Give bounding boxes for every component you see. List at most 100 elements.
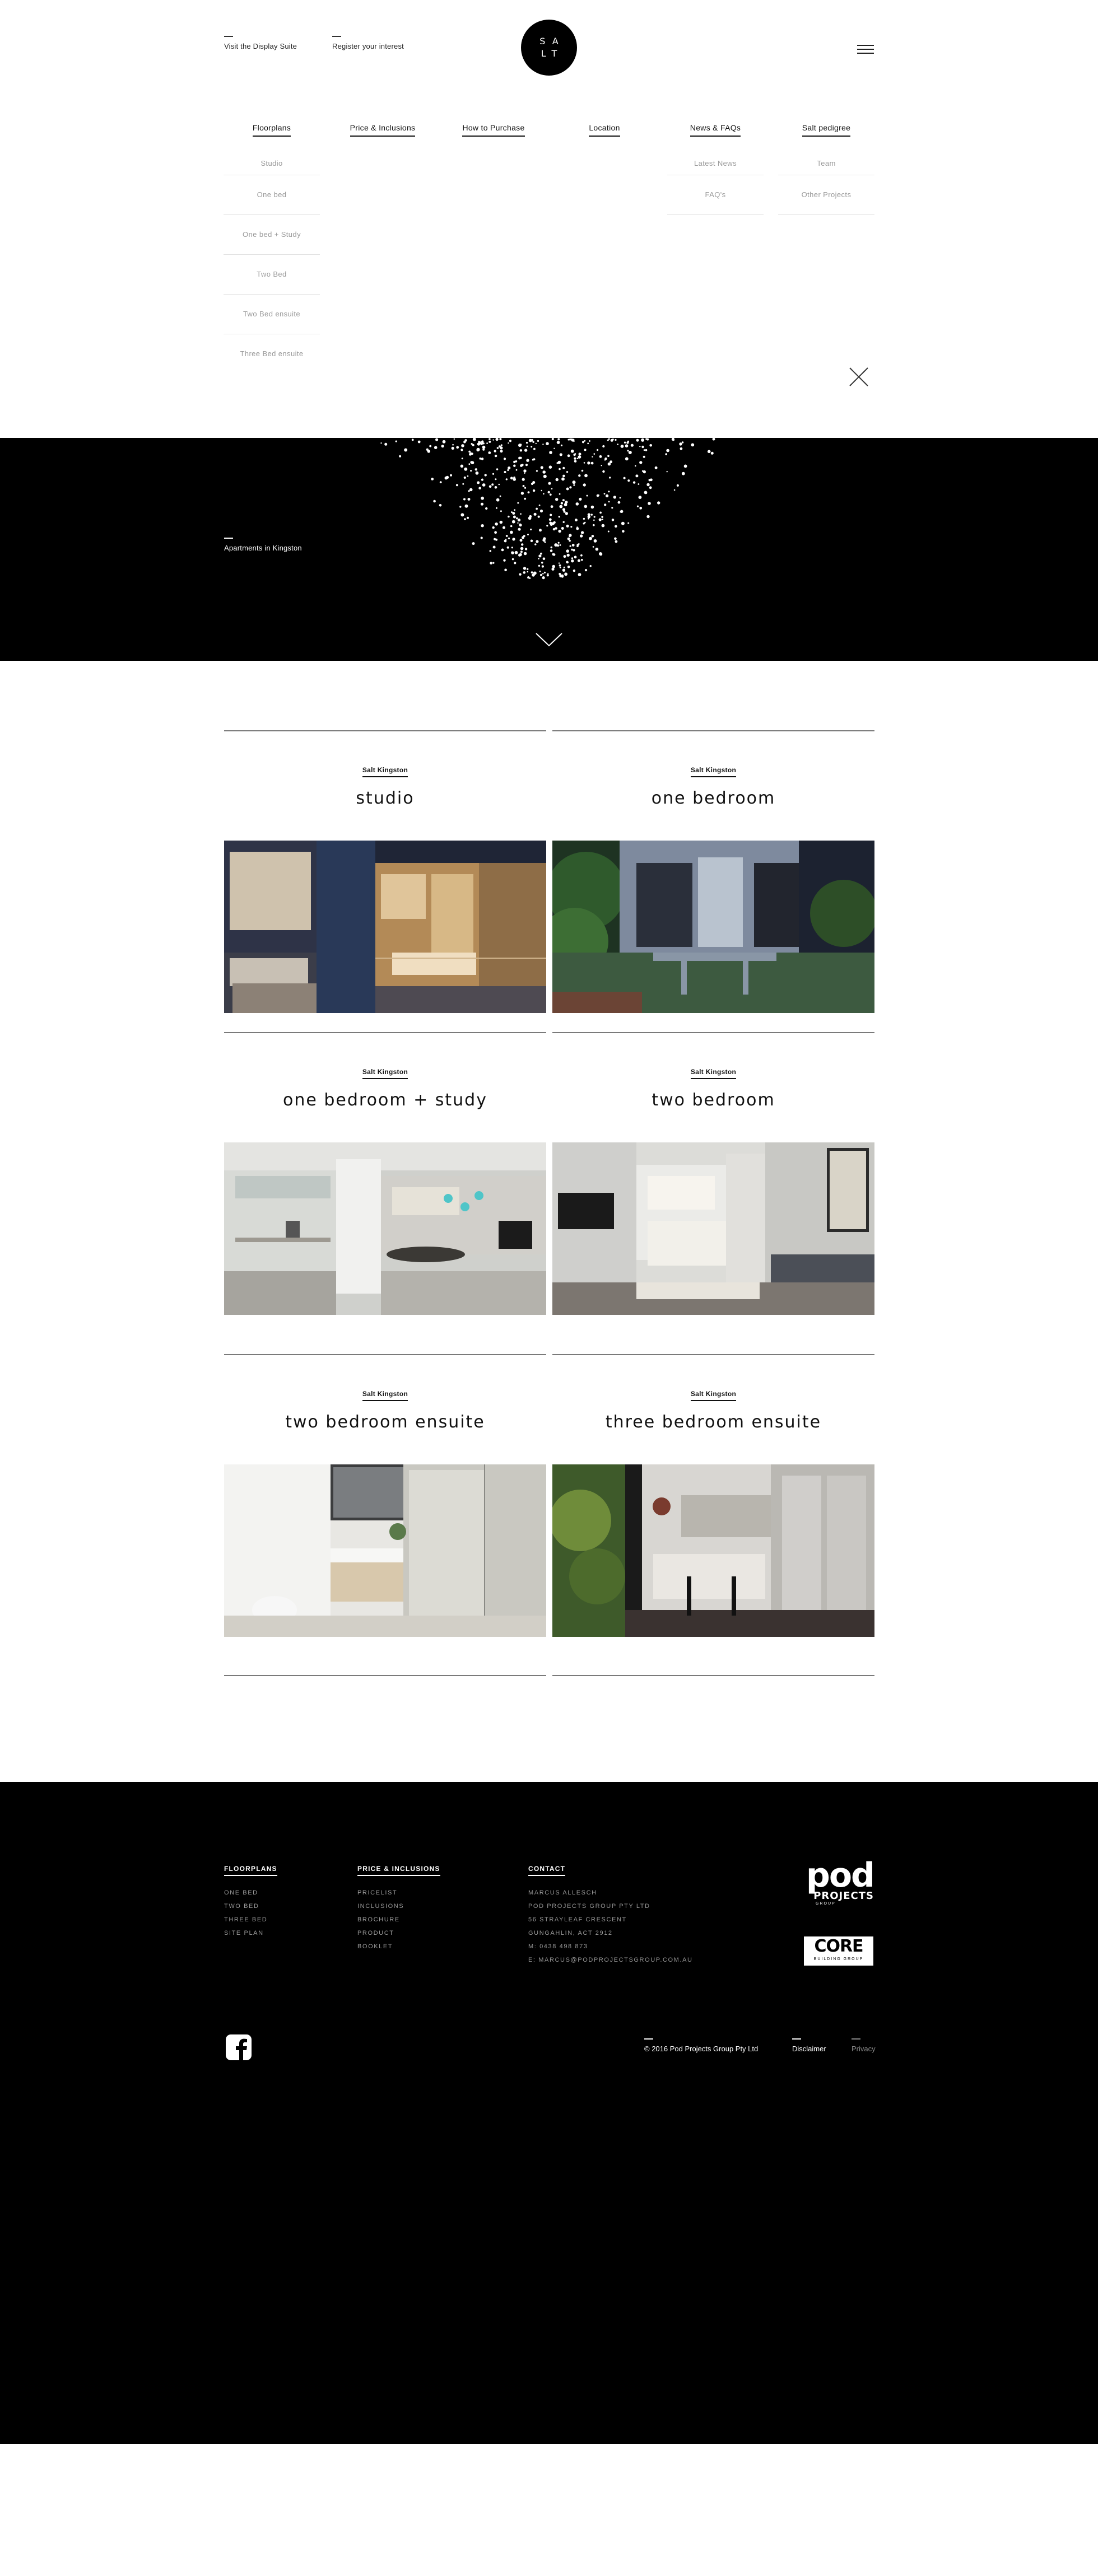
particle-dot [519,573,522,576]
footer-floorplans-heading[interactable]: FLOORPLANS [224,1865,277,1876]
particle-dot [513,464,516,467]
chevron-down-icon[interactable] [535,632,563,648]
particle-dot [641,438,645,442]
menu-heading-floorplans[interactable]: Floorplans [252,123,291,137]
floorplan-card-three-bedroom-ensuite[interactable]: Salt Kingston three bedroom ensuite [552,1354,874,1637]
menu-item-team[interactable]: Team [778,152,874,175]
particle-dot [593,516,595,518]
particle-dot [510,530,513,534]
menu-item-three-bed-ensuite[interactable]: Three Bed ensuite [224,334,320,374]
hamburger-menu-icon[interactable] [857,45,874,55]
particle-dot [530,539,533,543]
menu-item-other-projects[interactable]: Other Projects [778,175,874,215]
privacy-label: Privacy [852,2045,876,2053]
menu-item-one-bed[interactable]: One bed [224,175,320,215]
particle-dot [518,528,521,531]
particle-dot [541,565,545,568]
particle-dot [521,464,524,466]
menu-item-latest-news[interactable]: Latest News [667,152,764,175]
particle-dot [548,518,552,521]
menu-item-studio[interactable]: Studio [224,152,320,175]
footer-link-two-bed[interactable]: TWO BED [224,1900,277,1913]
facebook-icon[interactable] [226,2034,252,2060]
salt-logo[interactable]: SA LT [521,20,577,76]
menu-item-one-bed-study[interactable]: One bed + Study [224,215,320,255]
footer-link-booklet[interactable]: BOOKLET [357,1940,440,1953]
particle-dot [504,539,507,543]
particle-dot [508,537,510,540]
menu-heading-salt-pedigree[interactable]: Salt pedigree [802,123,851,137]
particle-dot [636,505,639,507]
hero-label-text: Apartments in Kingston [224,544,302,552]
contact-mobile[interactable]: M: 0438 498 873 [528,1940,693,1953]
particle-dot [527,571,529,573]
card-title: one bedroom + study [283,1090,487,1110]
particle-dot [427,450,431,453]
floorplan-card-studio[interactable]: Salt Kingston studio [224,730,546,1013]
particle-dot [549,451,552,454]
menu-item-two-bed[interactable]: Two Bed [224,255,320,295]
footer-link-product[interactable]: PRODUCT [357,1926,440,1940]
particle-dot [643,455,645,458]
particle-dot [574,460,577,463]
particle-dot [514,562,517,564]
dash-decoration [792,2038,801,2040]
particle-dot [589,536,592,540]
particle-dot [460,513,464,517]
particle-dot [549,493,552,496]
privacy-link[interactable]: Privacy [852,2038,876,2053]
particle-dot [533,447,536,450]
menu-heading-price-inclusions[interactable]: Price & Inclusions [350,123,416,137]
particle-dot [567,537,570,540]
particle-dot [530,528,532,531]
footer-link-pricelist[interactable]: PRICELIST [357,1886,440,1900]
footer-link-three-bed[interactable]: THREE BED [224,1913,277,1926]
particle-dot [524,548,528,550]
particle-dot [557,460,561,464]
particle-dot [467,475,469,477]
particle-dot [481,524,484,528]
footer-link-brochure[interactable]: BROCHURE [357,1913,440,1926]
particle-dot [433,500,436,503]
floorplan-card-one-bedroom[interactable]: Salt Kingston one bedroom [552,730,874,1013]
floorplan-card-one-bedroom-study[interactable]: Salt Kingston one bedroom + study [224,1032,546,1315]
particle-dot [476,448,480,452]
dash-decoration [224,538,233,539]
particle-dot [480,536,483,539]
particle-dot [434,446,438,449]
particle-dot [511,551,514,554]
particle-dot [513,460,516,463]
floorplan-card-two-bedroom[interactable]: Salt Kingston two bedroom [552,1032,874,1315]
particle-dot [639,506,643,510]
visit-display-suite-link[interactable]: Visit the Display Suite [224,36,297,50]
close-icon[interactable] [849,367,869,387]
footer-link-inclusions[interactable]: INCLUSIONS [357,1900,440,1913]
menu-heading-how-to-purchase[interactable]: How to Purchase [462,123,525,137]
menu-heading-location[interactable]: Location [589,123,620,137]
particle-dot [643,449,645,451]
menu-item-faqs[interactable]: FAQ's [667,175,764,215]
contact-email[interactable]: E: MARCUS@PODPROJECTSGROUP.COM.AU [528,1953,693,1967]
disclaimer-link[interactable]: Disclaimer [792,2038,826,2053]
footer-price-heading[interactable]: PRICE & INCLUSIONS [357,1865,440,1876]
pod-projects-logo[interactable]: pod PROJECTS GROUP [802,1859,875,1911]
pod-logo-tiny: GROUP [816,1902,836,1906]
particle-dot [399,455,402,458]
register-interest-link[interactable]: Register your interest [332,36,404,50]
core-building-logo[interactable]: CORE BUILDING GROUP [804,1936,873,1966]
particle-dot [627,440,630,443]
menu-heading-news-faqs[interactable]: News & FAQs [690,123,741,137]
particle-dot [494,454,497,458]
floorplan-card-two-bedroom-ensuite[interactable]: Salt Kingston two bedroom ensuite [224,1354,546,1637]
particle-dot [607,530,610,533]
footer-link-site-plan[interactable]: SITE PLAN [224,1926,277,1940]
footer-price-column: PRICE & INCLUSIONS PRICELIST INCLUSIONS … [357,1864,440,1953]
footer-link-one-bed[interactable]: ONE BED [224,1886,277,1900]
footer-floorplans-column: FLOORPLANS ONE BED TWO BED THREE BED SIT… [224,1864,277,1940]
particle-dot [488,451,491,454]
menu-item-two-bed-ensuite[interactable]: Two Bed ensuite [224,295,320,334]
particle-dot [574,519,578,522]
particle-dot [513,476,515,479]
divider [552,1354,874,1355]
particle-dot [589,440,590,442]
